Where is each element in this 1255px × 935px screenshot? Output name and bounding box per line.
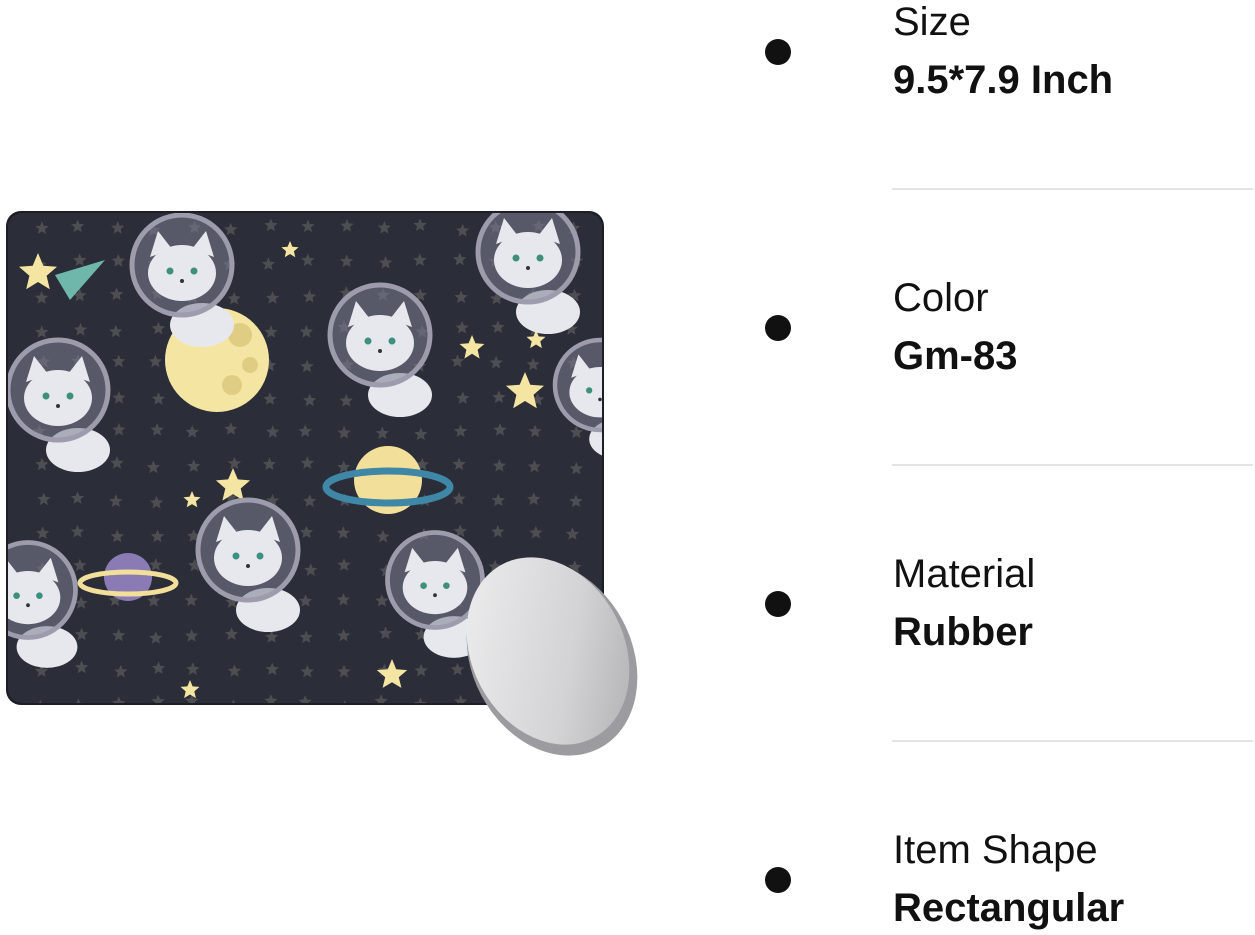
mouse-pad-illustration: [6, 211, 638, 756]
spec-value: Rectangular: [893, 886, 1125, 930]
spec-label: Size: [893, 0, 971, 44]
product-image: [0, 205, 640, 765]
bullet-icon: [765, 867, 791, 893]
divider: [892, 464, 1253, 466]
spec-value: Gm-83: [893, 334, 1018, 378]
spec-label: Item Shape: [893, 828, 1098, 872]
divider: [892, 188, 1253, 190]
spec-value: Rubber: [893, 610, 1033, 654]
bullet-icon: [765, 315, 791, 341]
divider: [892, 740, 1253, 742]
spec-value: 9.5*7.9 Inch: [893, 58, 1114, 102]
spec-label: Material: [893, 552, 1036, 596]
bullet-icon: [765, 591, 791, 617]
spec-label: Color: [893, 276, 989, 320]
bullet-icon: [765, 39, 791, 65]
